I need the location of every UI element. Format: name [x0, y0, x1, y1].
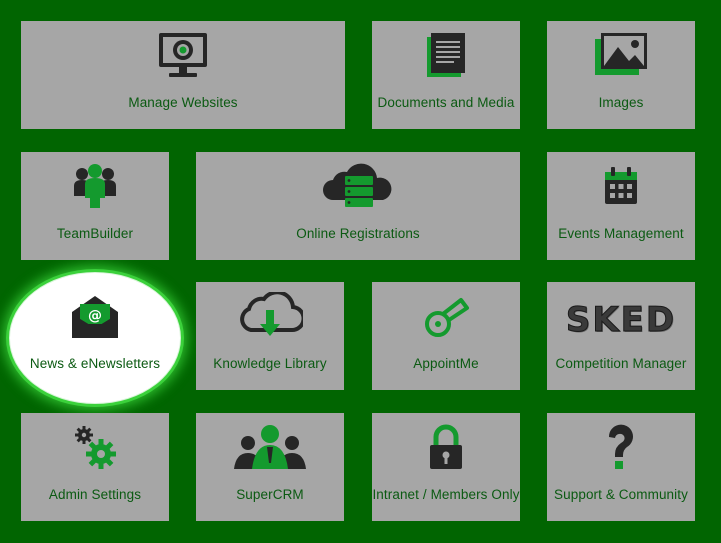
tile-admin-settings[interactable]: Admin Settings: [21, 413, 169, 521]
tile-label: Images: [598, 95, 644, 110]
tile-news-enewsletters[interactable]: @ News & eNewsletters: [21, 282, 169, 390]
tile-label: TeamBuilder: [56, 226, 134, 241]
tile-label: Documents and Media: [377, 95, 515, 110]
people-icon: [234, 425, 306, 469]
tile-label: AppointMe: [413, 356, 479, 371]
tile-supercrm[interactable]: SuperCRM: [196, 413, 344, 521]
gears-icon: [75, 426, 116, 469]
sked-logo-icon: SKED: [565, 300, 677, 341]
tile-label: Knowledge Library: [213, 356, 327, 371]
whistle-icon: [425, 298, 469, 337]
tile-images[interactable]: Images: [547, 21, 695, 129]
calendar-icon: [605, 167, 637, 204]
cloud-server-icon: [323, 163, 392, 207]
tile-label: Intranet / Members Only: [372, 487, 520, 502]
tile-online-registrations[interactable]: Online Registrations: [196, 152, 520, 260]
tile-teambuilder[interactable]: TeamBuilder: [21, 152, 169, 260]
monitor-icon: [159, 33, 207, 77]
document-icon: [427, 33, 465, 77]
tile-label: Events Management: [558, 226, 684, 241]
svg-text:@: @: [88, 308, 102, 324]
tile-label: Online Registrations: [296, 226, 420, 241]
tile-label: Admin Settings: [48, 487, 142, 502]
image-icon: [595, 33, 647, 75]
question-icon: [608, 424, 633, 469]
tile-label: SuperCRM: [236, 487, 304, 502]
tile-label: News & eNewsletters: [29, 356, 161, 371]
tile-label: Competition Manager: [555, 356, 687, 371]
tile-competition-manager[interactable]: SKED Competition Manager: [547, 282, 695, 390]
tile-support-community[interactable]: Support & Community: [547, 413, 695, 521]
lock-icon: [430, 424, 462, 469]
tile-label: Manage Websites: [128, 95, 238, 110]
tile-events-management[interactable]: Events Management: [547, 152, 695, 260]
tile-label: Support & Community: [554, 487, 688, 502]
cloud-download-icon: [240, 292, 303, 336]
tile-intranet-members[interactable]: Intranet / Members Only: [372, 413, 520, 521]
envelope-icon: @: [72, 296, 118, 338]
tile-appointme[interactable]: AppointMe: [372, 282, 520, 390]
tile-manage-websites[interactable]: Manage Websites: [21, 21, 345, 129]
tile-documents-media[interactable]: Documents and Media: [372, 21, 520, 129]
tile-knowledge-library[interactable]: Knowledge Library: [196, 282, 344, 390]
team-icon: [74, 164, 116, 208]
